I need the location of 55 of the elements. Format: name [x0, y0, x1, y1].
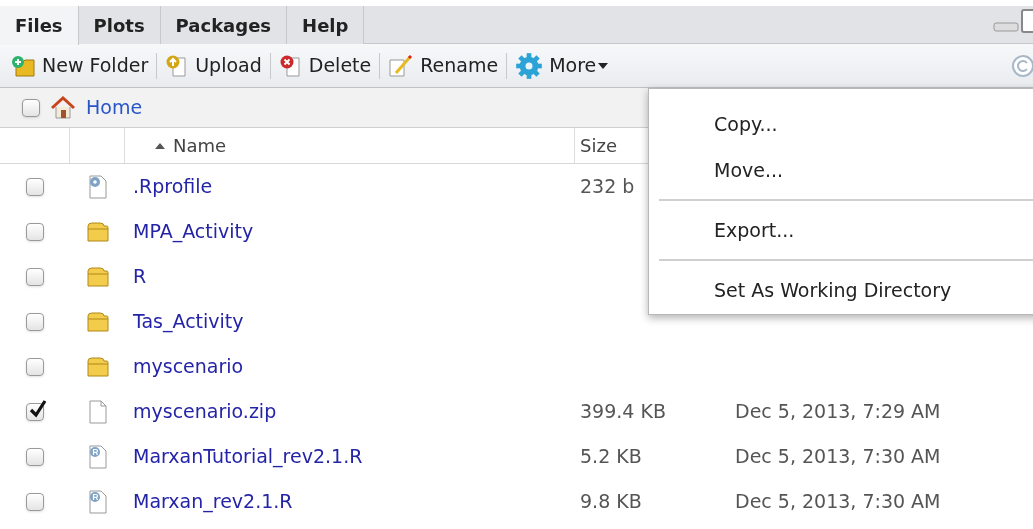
menu-item[interactable]: Set As Working Directory — [659, 267, 1033, 313]
gear-document-icon — [87, 174, 108, 199]
checkbox[interactable] — [26, 177, 44, 196]
checkbox[interactable] — [26, 447, 44, 466]
file-size: 232 b — [580, 175, 635, 198]
checkbox[interactable] — [26, 312, 44, 331]
file-link[interactable]: myscenario — [133, 355, 244, 378]
checkbox[interactable] — [26, 402, 44, 421]
r-document-icon — [87, 444, 108, 469]
toolbar-button[interactable]: Upload — [165, 51, 262, 80]
checkbox[interactable] — [26, 357, 44, 376]
toolbar-button[interactable]: Rename — [388, 51, 499, 80]
file-size: 399.4 KB — [580, 400, 666, 423]
tab[interactable]: Files — [0, 6, 79, 45]
folder-icon — [85, 355, 110, 378]
file-link[interactable]: Marxan_rev2.1.R — [133, 490, 293, 513]
menu-item[interactable]: Export... — [659, 207, 1033, 253]
gear-icon — [515, 51, 544, 80]
modified-date: Dec 5, 2013, 7:30 AM — [735, 490, 941, 513]
refresh-icon[interactable] — [1011, 53, 1033, 78]
checkbox[interactable] — [26, 267, 44, 286]
file-link[interactable]: MPA_Activity — [133, 220, 254, 243]
home-icon — [50, 95, 76, 120]
file-link[interactable]: myscenario.zip — [133, 400, 277, 423]
minimize-icon[interactable] — [993, 22, 1019, 32]
column-header[interactable]: Name — [125, 128, 575, 163]
file-link[interactable]: R — [133, 265, 147, 288]
home-link[interactable]: Home — [86, 93, 143, 122]
toolbar-button[interactable]: More — [515, 51, 609, 80]
modified-date: Dec 5, 2013, 7:30 AM — [735, 445, 941, 468]
checkbox[interactable] — [22, 98, 40, 117]
sort-ascending-icon — [155, 142, 165, 149]
checkbox[interactable] — [26, 222, 44, 241]
toolbar-button[interactable]: New Folder — [10, 51, 149, 80]
new-folder-icon — [10, 53, 36, 78]
r-document-icon — [87, 489, 108, 514]
file-size: 5.2 KB — [580, 445, 642, 468]
folder-icon — [85, 310, 110, 333]
tab[interactable]: Plots — [78, 6, 161, 44]
tab[interactable]: Packages — [160, 6, 288, 44]
file-link[interactable]: MarxanTutorial_rev2.1.R — [133, 445, 363, 468]
folder-icon — [85, 265, 110, 288]
modified-date: Dec 5, 2013, 7:29 AM — [735, 400, 941, 423]
document-icon — [87, 399, 108, 424]
folder-icon — [85, 220, 110, 243]
file-link[interactable]: Tas_Activity — [133, 310, 244, 333]
delete-icon — [278, 53, 303, 78]
caret-icon — [598, 62, 609, 69]
maximize-icon[interactable] — [1021, 9, 1033, 33]
file-size: 9.8 KB — [580, 490, 642, 513]
file-link[interactable]: .Rprofile — [133, 175, 213, 198]
tab[interactable]: Help — [287, 6, 365, 44]
pencil-page-icon — [388, 53, 415, 78]
toolbar-button[interactable]: Delete — [278, 51, 372, 80]
checkbox[interactable] — [26, 492, 44, 511]
